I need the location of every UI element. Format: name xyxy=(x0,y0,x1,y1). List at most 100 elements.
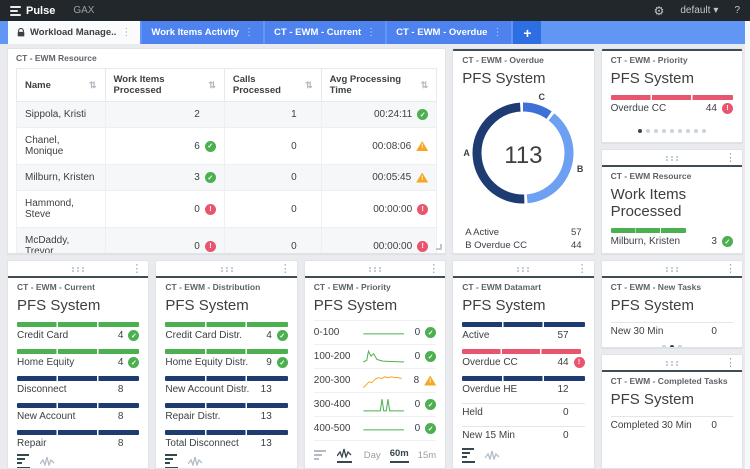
settings-gear-icon[interactable]: ⚙ xyxy=(654,5,665,17)
table-row[interactable]: McDaddy, Trevor 0! 0 00:00:00! xyxy=(17,228,437,255)
widget-menu-icon[interactable]: ⋮ xyxy=(577,262,588,275)
metric-label: Held xyxy=(462,407,483,418)
metric-value: 0 xyxy=(711,326,717,337)
widget-menu-icon[interactable]: ⋮ xyxy=(725,262,736,275)
help-button[interactable]: ? xyxy=(734,5,740,16)
legend-item: A Active57 xyxy=(465,226,581,239)
metric-bar xyxy=(17,349,139,354)
nav-gax-link[interactable]: GAX xyxy=(73,5,94,16)
metric-row: New 15 Min0 xyxy=(462,426,584,441)
widget-menu-icon[interactable]: ⋮ xyxy=(725,356,736,369)
metric-bar xyxy=(165,376,287,381)
column-header-work-items-processed[interactable]: Work Items Processed⇅ xyxy=(105,69,224,102)
column-header-calls-processed[interactable]: Calls Processed⇅ xyxy=(224,69,321,102)
page-dot[interactable] xyxy=(694,129,698,133)
widget-title: PFS System xyxy=(611,70,733,87)
page-dot[interactable] xyxy=(662,129,666,133)
bar-view-icon[interactable] xyxy=(165,454,178,469)
column-header-avg-processing-time[interactable]: Avg Processing Time⇅ xyxy=(321,69,437,102)
sort-icon[interactable]: ⇅ xyxy=(208,80,216,91)
drag-handle-icon[interactable] xyxy=(665,361,679,366)
metric-row: Active57 xyxy=(462,322,584,341)
time-range-day[interactable]: Day xyxy=(364,450,381,463)
drag-handle-icon[interactable] xyxy=(665,156,679,161)
drag-handle-icon[interactable] xyxy=(665,267,679,272)
widget-menu-icon[interactable]: ⋮ xyxy=(725,151,736,164)
table-row[interactable]: Hammond, Steve 0! 0 00:00:00! xyxy=(17,191,437,228)
sparkline-view-icon[interactable] xyxy=(40,456,55,469)
page-dot[interactable] xyxy=(646,129,650,133)
table-body: Sippola, Kristi 2 1 00:24:11✓ Chanel, Mo… xyxy=(17,102,437,255)
page-dot[interactable] xyxy=(678,345,682,348)
sort-icon[interactable]: ⇅ xyxy=(421,80,429,91)
page-dot[interactable] xyxy=(638,129,642,133)
resize-handle[interactable] xyxy=(436,244,442,250)
metric-row: Home Equity Distr.9✓ xyxy=(165,349,287,368)
add-tab-button[interactable]: + xyxy=(513,21,541,44)
metric-value: 4 xyxy=(118,357,124,368)
legend-item: B Overdue CC44 xyxy=(465,239,581,252)
table-row[interactable]: Sippola, Kristi 2 1 00:24:11✓ xyxy=(17,102,437,128)
time-range-60m[interactable]: 60m xyxy=(390,448,409,463)
page-dot[interactable] xyxy=(686,129,690,133)
sort-icon[interactable]: ⇅ xyxy=(305,80,313,91)
drag-handle-icon[interactable] xyxy=(516,267,530,272)
metric-label: 300-400 xyxy=(314,399,356,410)
dashboard-grid: CT - EWM Resource Name⇅Work Items Proces… xyxy=(0,44,750,469)
tab-0[interactable]: Workload Manage..⋮ xyxy=(8,21,140,44)
widget-label: CT - EWM - Overdue xyxy=(462,55,584,65)
donut-segment-label-c: C xyxy=(538,92,545,102)
table-row[interactable]: Chanel, Monique 6✓ 0 00:08:06! xyxy=(17,128,437,165)
metric-row: Milburn, Kristen3✓ xyxy=(611,228,733,247)
time-range-15m[interactable]: 15m xyxy=(418,450,436,463)
sort-icon[interactable]: ⇅ xyxy=(89,80,97,91)
page-scrollbar[interactable] xyxy=(745,21,750,469)
widget-menu-icon[interactable]: ⋮ xyxy=(131,262,142,275)
sparkline-view-icon[interactable] xyxy=(337,448,352,463)
sparkline-view-icon[interactable] xyxy=(188,456,203,469)
widget-menu-icon[interactable]: ⋮ xyxy=(428,262,439,275)
cell-work-items: 3✓ xyxy=(105,165,224,191)
tab-3[interactable]: CT - EWM - Overdue⋮ xyxy=(387,21,511,44)
tab-menu-icon[interactable]: ⋮ xyxy=(492,27,502,38)
page-dot[interactable] xyxy=(662,345,666,348)
drag-handle-icon[interactable] xyxy=(71,267,85,272)
widget-datamart: ⋮ CT - EWM Datamart PFS System Active57 … xyxy=(452,260,594,469)
widget-title: PFS System xyxy=(462,297,584,314)
profile-dropdown[interactable]: default ▾ xyxy=(680,5,718,16)
bar-view-icon[interactable] xyxy=(17,454,30,469)
tab-menu-icon[interactable]: ⋮ xyxy=(121,27,131,38)
status-spacer xyxy=(302,204,313,215)
page-dot[interactable] xyxy=(670,345,674,348)
drag-handle-icon[interactable] xyxy=(220,267,234,272)
widget-label: CT - EWM - New Tasks xyxy=(611,282,733,292)
tab-2[interactable]: CT - EWM - Current⋮ xyxy=(265,21,385,44)
bar-view-icon[interactable] xyxy=(314,450,327,463)
metric-value: 4 xyxy=(118,330,124,341)
card-handle-row: ⋮ xyxy=(314,263,436,275)
tab-menu-icon[interactable]: ⋮ xyxy=(366,27,376,38)
widget-title: Work Items Processed xyxy=(611,186,733,220)
card-accent-border xyxy=(602,165,742,167)
tab-1[interactable]: Work Items Activity⋮ xyxy=(142,21,263,44)
page-dot[interactable] xyxy=(678,129,682,133)
donut-segment-label-a: A xyxy=(463,148,470,158)
status-ok-icon: ✓ xyxy=(128,330,139,341)
page-dot[interactable] xyxy=(654,129,658,133)
page-dot[interactable] xyxy=(670,129,674,133)
metric-label: Completed 30 Min xyxy=(611,420,692,431)
column-header-name[interactable]: Name⇅ xyxy=(17,69,106,102)
metric-label: 100-200 xyxy=(314,351,356,362)
drag-handle-icon[interactable] xyxy=(368,267,382,272)
tab-menu-icon[interactable]: ⋮ xyxy=(244,27,254,38)
bar-view-icon[interactable] xyxy=(462,448,475,463)
widget-menu-icon[interactable]: ⋮ xyxy=(280,262,291,275)
cell-avg-time: 00:00:00! xyxy=(321,191,437,228)
sparkline-view-icon[interactable] xyxy=(485,450,500,463)
status-ok-icon: ✓ xyxy=(128,357,139,368)
metric-label: Credit Card Distr. xyxy=(165,330,242,341)
page-dot[interactable] xyxy=(702,129,706,133)
table-row[interactable]: Milburn, Kristen 3✓ 0 00:05:45! xyxy=(17,165,437,191)
metric-bar xyxy=(165,403,287,408)
widget-metrics: Active57 Overdue CC44! Overdue HE12 Held… xyxy=(462,314,584,441)
